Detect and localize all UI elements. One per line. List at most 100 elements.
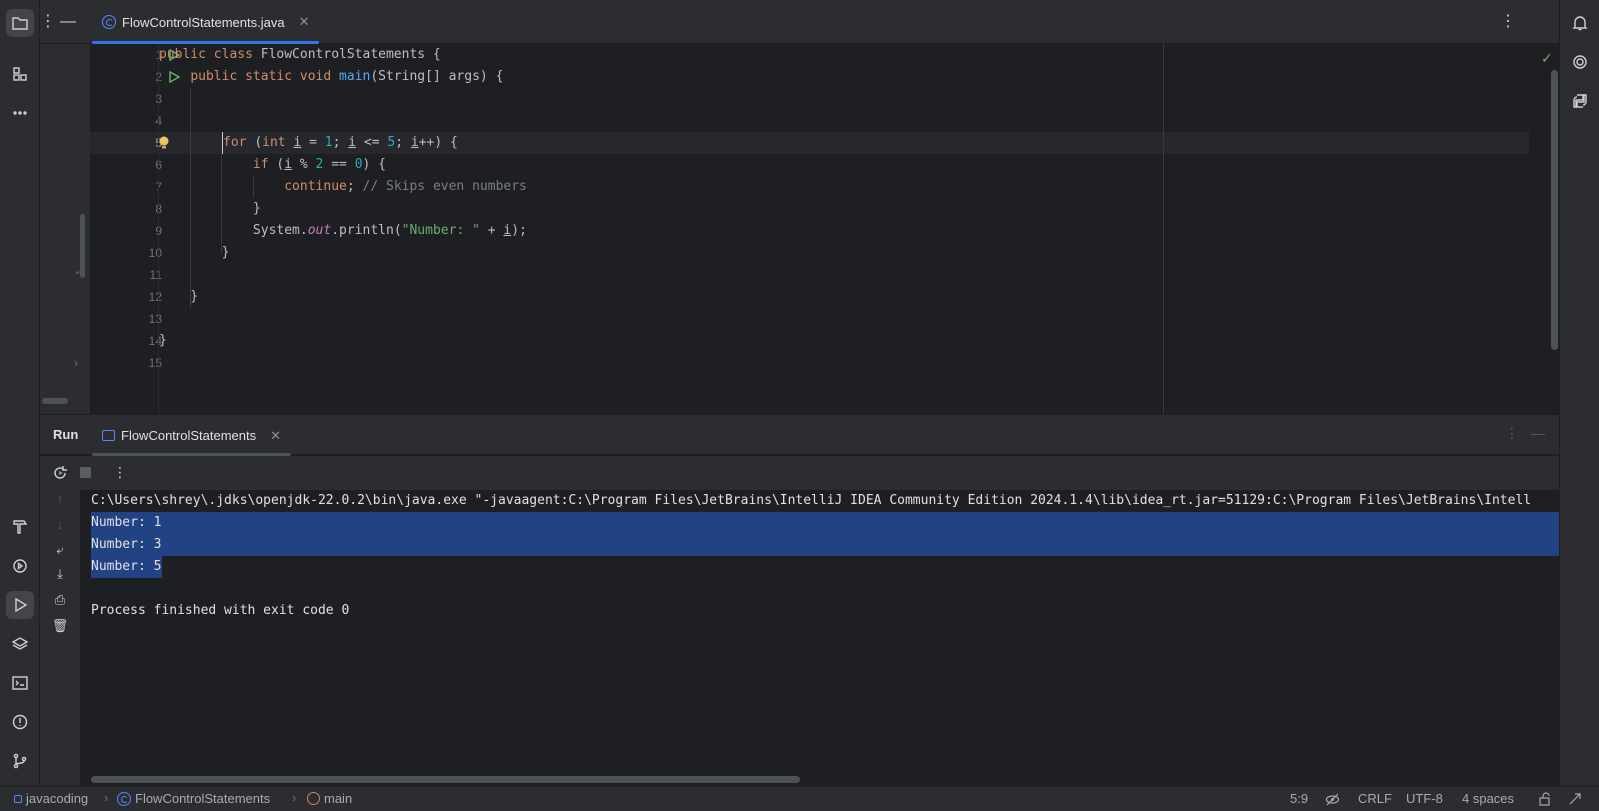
editor-tab-label: FlowControlStatements.java <box>122 14 285 30</box>
line-separator[interactable]: CRLF <box>1358 791 1392 806</box>
unlock-icon[interactable] <box>1538 792 1552 806</box>
breadcrumb-chevron-icon: › <box>104 790 109 805</box>
scroll-up-arrow-icon[interactable]: ↑ <box>52 490 68 506</box>
line-number: 7 <box>155 180 162 194</box>
ai-assistant-icon[interactable] <box>1566 48 1594 76</box>
line-number: 8 <box>155 202 162 216</box>
run-more-dots-icon[interactable]: ⋮ <box>113 464 127 481</box>
console-side-toolbar: ↑ ↓ ⤶ ⤓ ⎙ 🗑 <box>40 490 80 786</box>
line-number: 3 <box>155 92 162 106</box>
inspection-eye-icon[interactable] <box>1325 792 1340 807</box>
close-run-tab-icon[interactable]: ✕ <box>270 428 281 444</box>
console-output[interactable]: C:\Users\shrey\.jdks\openjdk-22.0.2\bin\… <box>80 490 1559 786</box>
breadcrumb-method-label: main <box>324 791 353 806</box>
breadcrumb-class[interactable]: FlowControlStatements <box>117 791 270 806</box>
line-number: 6 <box>155 158 162 172</box>
git-branch-icon[interactable] <box>6 747 34 775</box>
editor-vertical-scroll-thumb[interactable] <box>1551 70 1558 350</box>
build-hammer-icon[interactable] <box>6 513 34 541</box>
structure-icon[interactable] <box>6 60 34 88</box>
run-tool-icon[interactable] <box>6 591 34 619</box>
selection-highlight <box>91 512 1559 534</box>
console-icon <box>102 430 115 441</box>
run-panel-header: Run FlowControlStatements ✕ ⋮ — <box>40 414 1559 456</box>
problems-icon[interactable] <box>6 708 34 736</box>
run-panel-title: Run <box>53 427 79 442</box>
breadcrumb-project-label: javacoding <box>26 791 89 806</box>
python-console-icon[interactable] <box>1566 87 1594 115</box>
console-output-line: Number: 5 <box>91 559 162 574</box>
breadcrumb-method[interactable]: main <box>307 791 352 806</box>
line-number: 11 <box>149 268 162 282</box>
right-tool-strip <box>1559 0 1599 786</box>
run-options-dots-icon[interactable]: ⋮ <box>1505 425 1519 442</box>
left-tool-strip <box>0 0 40 786</box>
code-line: } <box>159 245 230 260</box>
method-icon <box>307 792 320 805</box>
module-icon <box>14 794 22 803</box>
expand-chevron-right-icon[interactable]: › <box>74 356 78 370</box>
editor-horizontal-scroll-thumb[interactable] <box>42 398 68 404</box>
right-margin-guide <box>1163 44 1164 414</box>
line-number-current: 5 <box>155 136 162 150</box>
line-number: 13 <box>148 312 162 326</box>
print-icon[interactable]: ⎙ <box>52 592 68 608</box>
editor-tab-flowcontrolstatements[interactable]: FlowControlStatements.java ✕ <box>92 0 320 44</box>
java-class-icon <box>102 15 116 29</box>
indent-setting[interactable]: 4 spaces <box>1462 791 1514 806</box>
no-problems-check-icon[interactable]: ✓ <box>1541 50 1553 67</box>
caret-position[interactable]: 5:9 <box>1290 791 1308 806</box>
line-number: 15 <box>148 356 162 370</box>
soft-wrap-icon[interactable]: ⤶ <box>52 542 68 558</box>
file-encoding[interactable]: UTF-8 <box>1406 791 1443 806</box>
line-number: 9 <box>155 224 162 238</box>
editor-more-dots-icon[interactable]: ⋮ <box>1500 12 1516 32</box>
scroll-to-end-icon[interactable]: ⤓ <box>52 566 68 582</box>
run-minimize-icon[interactable]: — <box>1531 425 1545 441</box>
code-line: } <box>159 201 261 216</box>
close-tab-icon[interactable]: ✕ <box>299 14 310 30</box>
code-line: if (i % 2 == 0) { <box>252 157 386 172</box>
run-tab-flowcontrolstatements[interactable]: FlowControlStatements ✕ <box>92 415 292 456</box>
more-tools-icon[interactable] <box>6 99 34 127</box>
fold-chevron-down-icon[interactable]: ⌄ <box>73 264 82 277</box>
console-exit-message: Process finished with exit code 0 <box>91 603 350 618</box>
console-horizontal-scroll-thumb[interactable] <box>91 776 800 783</box>
line-number: 14 <box>148 334 162 348</box>
line-number: 10 <box>148 246 162 260</box>
code-editor[interactable]: ⌄ › 1 2 3 4 5 6 7 8 9 10 11 12 13 14 15 … <box>40 44 1559 414</box>
code-line: public class FlowControlStatements { <box>159 47 441 62</box>
scroll-down-arrow-icon[interactable]: ↓ <box>52 516 68 532</box>
line-number: 4 <box>155 114 162 128</box>
line-number: 2 <box>155 70 162 84</box>
console-output-line: Number: 3 <box>91 537 162 552</box>
code-line: System.out.println("Number: " + i); <box>159 223 527 238</box>
clear-trash-icon[interactable]: 🗑 <box>52 618 69 634</box>
console-command-line: C:\Users\shrey\.jdks\openjdk-22.0.2\bin\… <box>91 493 1532 508</box>
console-output-line: Number: 1 <box>91 515 162 530</box>
services-icon[interactable] <box>6 552 34 580</box>
breadcrumb-class-label: FlowControlStatements <box>135 791 271 806</box>
editor-tab-bar: ⋮ — FlowControlStatements.java ✕ ⋮ <box>40 0 1559 44</box>
terminal-icon[interactable] <box>6 669 34 697</box>
project-folder-icon[interactable] <box>6 9 34 37</box>
selection-highlight <box>91 534 1559 556</box>
code-line: public static void main(String[] args) { <box>190 69 504 84</box>
layers-icon[interactable] <box>6 630 34 658</box>
breadcrumb-chevron-icon: › <box>292 790 297 805</box>
code-line-current: for (int i = 1; i <= 5; i++) { <box>222 132 458 154</box>
status-bar: javacoding › FlowControlStatements › mai… <box>0 786 1599 811</box>
notifications-bell-icon[interactable] <box>1566 9 1594 37</box>
stop-icon[interactable] <box>80 467 91 478</box>
code-line: } <box>159 289 199 304</box>
line-number: 12 <box>148 290 162 304</box>
code-line: continue; // Skips even numbers <box>284 179 527 194</box>
rerun-icon[interactable] <box>52 465 68 481</box>
tab-options-dots-icon[interactable]: ⋮ <box>40 12 56 32</box>
breadcrumb-project[interactable]: javacoding <box>14 791 88 806</box>
line-number: 1 <box>155 48 162 62</box>
code-area[interactable]: public class FlowControlStatements { pub… <box>158 44 1538 414</box>
hide-tool-window-icon[interactable]: — <box>60 12 76 32</box>
structure-gutter: ⌄ › <box>40 44 90 414</box>
memory-indicator-icon[interactable] <box>1568 792 1582 806</box>
